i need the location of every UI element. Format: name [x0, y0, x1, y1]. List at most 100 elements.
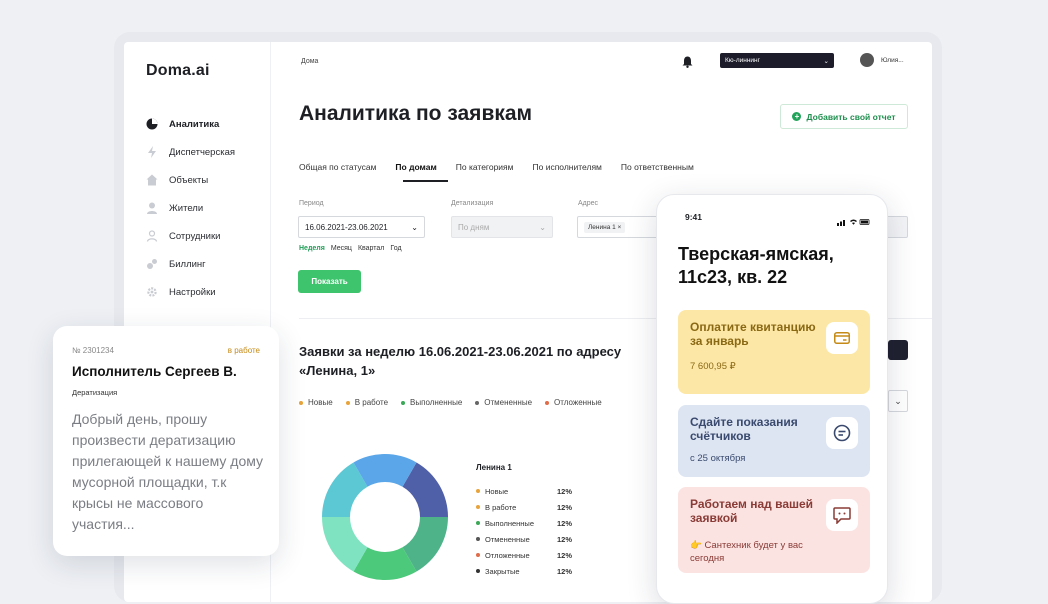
- meter-readings-card[interactable]: Сдайте показания счётчиков с 25 октября: [678, 405, 870, 477]
- export-button[interactable]: [888, 340, 908, 360]
- gear-icon: [146, 286, 158, 298]
- period-week[interactable]: Неделя: [299, 245, 325, 252]
- legend-label: Отмененные: [484, 398, 533, 407]
- sidebar-item-label: Биллинг: [169, 258, 206, 270]
- card-subtitle: 👉 Сантехник будет у вас сегодня: [690, 540, 803, 564]
- chat-icon: [826, 499, 858, 531]
- logo: Doma.ai: [146, 62, 210, 79]
- apartment-address: Тверская-ямская, 11с23, кв. 22: [678, 244, 834, 287]
- sidebar-nav: Аналитика Диспетчерская Объекты Жители С…: [146, 110, 235, 306]
- chevron-down-icon: ⌄: [823, 57, 829, 65]
- ticket-message: Добрый день, прошу произвести дератизаци…: [72, 411, 264, 532]
- ticket-number: № 2301234: [72, 346, 114, 355]
- sidebar-item-dispatch[interactable]: Диспетчерская: [146, 138, 235, 166]
- address-select[interactable]: Ленина 1 ×: [577, 216, 659, 238]
- pie-title: Ленина 1: [476, 463, 512, 472]
- tabs: Общая по статусам По домам По категориям…: [299, 162, 713, 176]
- tab-by-houses[interactable]: По домам: [395, 162, 436, 176]
- tab-by-category[interactable]: По категориям: [456, 162, 514, 176]
- close-icon[interactable]: ×: [618, 224, 622, 231]
- meter-icon: [826, 417, 858, 449]
- ticket-executor: Исполнитель Сергеев В.: [72, 364, 237, 379]
- phone-time: 9:41: [685, 212, 703, 222]
- legend-label: В работе: [354, 398, 389, 407]
- signal-wifi-battery-icon: [837, 213, 871, 231]
- organization-name: Кю-линнинг: [725, 57, 761, 64]
- sidebar-item-residents[interactable]: Жители: [146, 194, 235, 222]
- legend-label: Выполненные: [410, 398, 463, 407]
- pie-legend-value: 12%: [556, 518, 572, 528]
- pie-legend-label: Выполненные: [485, 518, 534, 528]
- sidebar-item-label: Жители: [169, 202, 204, 214]
- show-button[interactable]: Показать: [298, 270, 361, 293]
- card-title: Сдайте показания счётчиков: [690, 415, 798, 443]
- sidebar-item-objects[interactable]: Объекты: [146, 166, 235, 194]
- chevron-down-icon: ⌄: [539, 222, 546, 232]
- legend-label: Новые: [308, 398, 333, 407]
- pie-legend-label: Новые: [485, 486, 509, 496]
- sidebar-item-label: Диспетчерская: [169, 146, 236, 158]
- card-subtitle: 7 600,95 ₽: [690, 361, 736, 372]
- avatar: [860, 53, 874, 67]
- legend-item: Отмененные: [475, 398, 532, 407]
- address-chip[interactable]: Ленина 1 ×: [584, 221, 626, 233]
- sidebar-item-settings[interactable]: Настройки: [146, 278, 235, 306]
- breadcrumb[interactable]: Дома: [301, 58, 318, 65]
- request-status-card[interactable]: Работаем над вашей заявкой 👉 Сантехник б…: [678, 487, 870, 573]
- add-report-label: Добавить свой отчет: [806, 111, 896, 122]
- period-quarter[interactable]: Квартал: [358, 245, 384, 252]
- legend-dot: [299, 400, 303, 405]
- detail-label: Детализация: [451, 200, 494, 207]
- sidebar-item-analytics[interactable]: Аналитика: [146, 110, 235, 138]
- status-legend: Новые В работе Выполненные Отмененные От…: [299, 398, 615, 407]
- legend-dot: [345, 400, 350, 405]
- legend-dot: [475, 400, 480, 405]
- user-menu[interactable]: Юлия...: [860, 53, 904, 67]
- period-label: Период: [299, 200, 324, 207]
- card-title: Оплатите квитанцию за январь: [690, 320, 816, 348]
- legend-dot: [476, 521, 480, 525]
- period-year[interactable]: Год: [390, 245, 401, 252]
- pie-legend-item: Отложенные 12%: [476, 547, 572, 563]
- pie-legend-label: В работе: [485, 502, 517, 512]
- pie-legend-value: 12%: [556, 550, 572, 560]
- payment-card[interactable]: Оплатите квитанцию за январь 7 600,95 ₽: [678, 310, 870, 394]
- pie-legend-value: 12%: [556, 486, 572, 496]
- legend-dot: [476, 505, 480, 509]
- pie-legend-value: 12%: [556, 534, 572, 544]
- organization-select[interactable]: Кю-линнинг ⌄: [720, 53, 834, 68]
- sidebar-item-staff[interactable]: Сотрудники: [146, 222, 235, 250]
- chart-type-select[interactable]: ⌄: [888, 390, 908, 412]
- legend-label: Отложенные: [554, 398, 602, 407]
- phone-mockup: 9:41 Тверская-ямская, 11с23, кв. 22 Опла…: [656, 194, 888, 604]
- chevron-down-icon: ⌄: [411, 222, 418, 232]
- sidebar-item-billing[interactable]: Биллинг: [146, 250, 235, 278]
- pie-legend-value: 12%: [556, 502, 572, 512]
- pie-legend-value: 12%: [556, 566, 572, 576]
- legend-dot: [476, 569, 480, 573]
- sidebar-item-label: Аналитика: [169, 118, 220, 130]
- tab-by-executor[interactable]: По исполнителям: [533, 162, 602, 176]
- card-icon: [826, 322, 858, 354]
- pie-legend: Новые 12% В работе 12% Выполненные 12% Отменен…: [476, 483, 572, 579]
- donut-chart: [322, 454, 448, 580]
- pie-legend-label: Отложенные: [485, 550, 530, 560]
- ticket-card[interactable]: № 2301234 в работе Исполнитель Сергеев В…: [53, 326, 279, 556]
- page-title: Аналитика по заявкам: [299, 102, 533, 125]
- legend-dot: [476, 537, 480, 541]
- period-month[interactable]: Месяц: [331, 245, 352, 252]
- detail-select[interactable]: По дням ⌄: [451, 216, 553, 238]
- period-select[interactable]: 16.06.2021-23.06.2021 ⌄: [298, 216, 425, 238]
- pie-legend-item: Выполненные 12%: [476, 515, 572, 531]
- pie-legend-item: Закрытые 12%: [476, 563, 572, 579]
- card-title: Работаем над вашей заявкой: [690, 497, 814, 525]
- legend-dot: [476, 489, 480, 493]
- house-icon: [146, 174, 158, 186]
- add-report-button[interactable]: + Добавить свой отчет: [780, 104, 908, 129]
- legend-item: В работе: [345, 398, 389, 407]
- person-icon: [146, 202, 158, 214]
- pie-legend-item: В работе 12%: [476, 499, 572, 515]
- tab-by-responsible[interactable]: По ответственным: [621, 162, 694, 176]
- tab-by-status[interactable]: Общая по статусам: [299, 162, 376, 176]
- bell-icon[interactable]: [682, 55, 693, 73]
